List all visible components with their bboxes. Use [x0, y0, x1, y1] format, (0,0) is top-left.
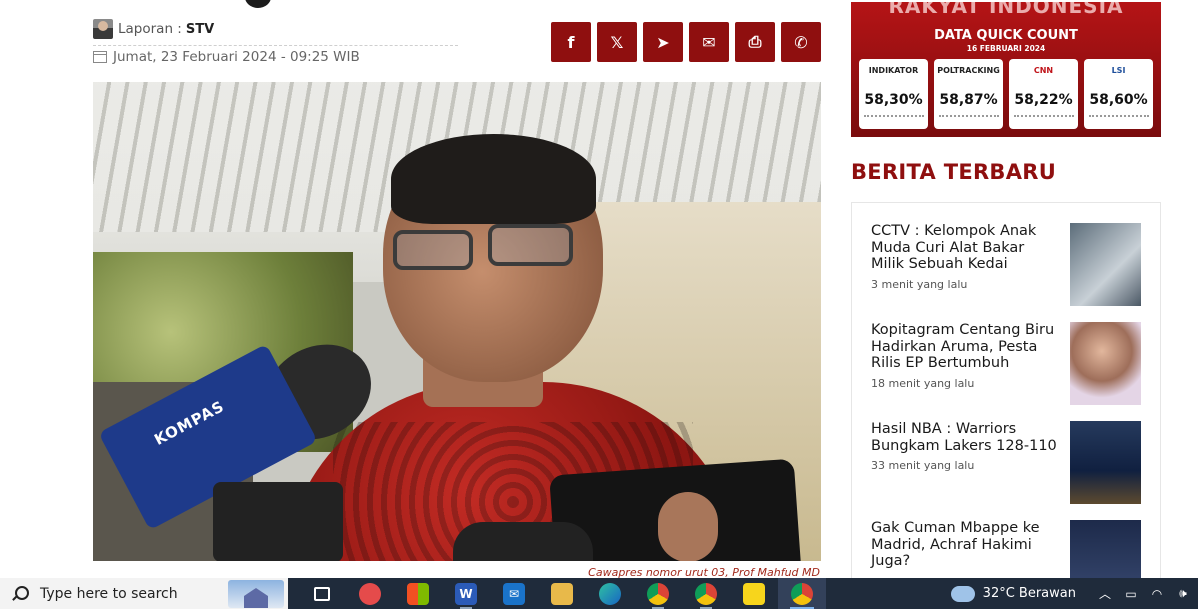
chevron-up-icon[interactable]: ︿	[1094, 585, 1116, 602]
photo-microphone-2	[213, 482, 343, 561]
photo-microphone-3	[453, 522, 593, 561]
windows-taskbar: Type here to search W ✉ 32°C Berawan ︿ ▭…	[0, 578, 1198, 609]
publish-date-row: Jumat, 23 Februari 2024 - 09:25 WIB	[93, 47, 360, 67]
ms-store-button[interactable]	[394, 578, 442, 609]
news-thumbnail[interactable]	[1070, 421, 1141, 504]
news-item[interactable]: Gak Cuman Mbappe ke Madrid, Achraf Hakim…	[871, 520, 1143, 603]
quick-count-card: INDIKATOR 58,30%	[859, 59, 928, 129]
task-view-icon	[314, 586, 330, 601]
headline-fragment	[245, 0, 271, 8]
reporter-row: Laporan : STV	[93, 19, 214, 39]
sticky-notes-button[interactable]	[730, 578, 778, 609]
telegram-icon: ➤	[656, 32, 670, 52]
print-button[interactable]: ⎙	[735, 22, 775, 62]
banner-date: 16 FEBRUARI 2024	[966, 44, 1046, 53]
news-item[interactable]: Kopitagram Centang Biru Hadirkan Aruma, …	[871, 322, 1143, 405]
photo-hair	[391, 134, 596, 224]
snipping-tool-icon	[359, 582, 381, 605]
wifi-icon[interactable]: ◠	[1146, 587, 1168, 601]
quick-count-card: CNN 58,22%	[1009, 59, 1078, 129]
pollster-logo: LSI	[1111, 66, 1126, 75]
news-title[interactable]: Kopitagram Centang Biru Hadirkan Aruma, …	[871, 322, 1059, 372]
word-icon: W	[455, 582, 477, 605]
news-title[interactable]: Gak Cuman Mbappe ke Madrid, Achraf Hakim…	[871, 520, 1059, 570]
file-explorer-button[interactable]	[538, 578, 586, 609]
taskbar-apps: W ✉	[298, 578, 826, 609]
browser-page: Laporan : STV Jumat, 23 Februari 2024 - …	[0, 0, 1198, 609]
chrome-icon	[647, 582, 669, 605]
search-highlight-image[interactable]	[228, 580, 284, 608]
divider	[93, 45, 458, 46]
chrome-icon	[695, 582, 717, 605]
card-fine-print	[864, 115, 924, 123]
quick-count-cards: INDIKATOR 58,30% POLTRACKING 58,87% CNN …	[859, 59, 1153, 129]
calendar-icon	[93, 51, 107, 63]
x-icon: 𝕏	[610, 32, 624, 52]
card-fine-print	[939, 115, 999, 123]
pollster-logo: POLTRACKING	[937, 66, 1000, 75]
quick-count-card: LSI 58,60%	[1084, 59, 1153, 129]
pollster-value: 58,22%	[1014, 92, 1073, 108]
news-item[interactable]: CCTV : Kelompok Anak Muda Curi Alat Baka…	[871, 223, 1143, 306]
pollster-logo: INDIKATOR	[868, 66, 919, 75]
email-share-button[interactable]: ✉	[689, 22, 729, 62]
edge-button[interactable]	[586, 578, 634, 609]
word-button[interactable]: W	[442, 578, 490, 609]
pollster-value: 58,60%	[1089, 92, 1148, 108]
taskbar-search-box[interactable]: Type here to search	[0, 578, 288, 609]
quick-count-card: POLTRACKING 58,87%	[934, 59, 1003, 129]
banner-title: RAKYAT INDONESIA	[888, 2, 1124, 18]
weather-icon[interactable]	[947, 583, 975, 602]
facebook-icon: f	[567, 32, 575, 52]
article-photo: KOMPAS	[93, 82, 821, 561]
latest-news-heading: BERITA TERBARU	[851, 160, 1057, 184]
news-thumbnail[interactable]	[1070, 223, 1141, 306]
pollster-logo: CNN	[1033, 66, 1054, 75]
card-fine-print	[1089, 115, 1149, 123]
photo-glasses-right	[488, 224, 573, 266]
news-title[interactable]: Hasil NBA : Warriors Bungkam Lakers 128-…	[871, 421, 1059, 454]
reporter-name[interactable]: STV	[186, 22, 214, 37]
email-icon: ✉	[702, 32, 716, 52]
print-icon: ⎙	[748, 32, 762, 51]
snipping-tool-button[interactable]	[346, 578, 394, 609]
task-view-button[interactable]	[298, 578, 346, 609]
telegram-share-button[interactable]: ➤	[643, 22, 683, 62]
edge-icon	[599, 582, 621, 605]
system-tray: 32°C Berawan ︿ ▭ ◠ 🕪	[947, 578, 1198, 609]
news-item[interactable]: Hasil NBA : Warriors Bungkam Lakers 128-…	[871, 421, 1143, 504]
publish-date: Jumat, 23 Februari 2024 - 09:25 WIB	[113, 49, 360, 65]
folder-icon	[551, 582, 573, 605]
news-thumbnail[interactable]	[1070, 322, 1141, 405]
whatsapp-share-button[interactable]: ✆	[781, 22, 821, 62]
facebook-share-button[interactable]: f	[551, 22, 591, 62]
sticky-notes-icon	[743, 582, 765, 605]
chrome-icon	[791, 582, 813, 605]
quick-count-banner[interactable]: RAKYAT INDONESIA DATA QUICK COUNT 16 FEB…	[851, 2, 1161, 137]
photo-hand	[658, 492, 718, 561]
x-share-button[interactable]: 𝕏	[597, 22, 637, 62]
pollster-value: 58,30%	[864, 92, 923, 108]
chrome-button[interactable]	[634, 578, 682, 609]
latest-news-list: CCTV : Kelompok Anak Muda Curi Alat Baka…	[851, 202, 1161, 603]
weather-text[interactable]: 32°C Berawan	[983, 586, 1076, 601]
reporter-label: Laporan :	[118, 21, 182, 37]
volume-icon[interactable]: 🕪	[1172, 586, 1194, 601]
search-placeholder: Type here to search	[40, 585, 178, 602]
share-buttons: f 𝕏 ➤ ✉ ⎙ ✆	[551, 22, 821, 62]
card-fine-print	[1014, 115, 1074, 123]
mail-icon: ✉	[503, 582, 525, 605]
whatsapp-icon: ✆	[794, 32, 808, 52]
search-icon	[10, 585, 29, 603]
battery-icon[interactable]: ▭	[1120, 587, 1142, 601]
reporter-avatar	[93, 19, 113, 39]
pollster-value: 58,87%	[939, 92, 998, 108]
chrome-button-2[interactable]	[682, 578, 730, 609]
banner-subtitle: DATA QUICK COUNT	[934, 28, 1078, 43]
chrome-button-3[interactable]	[778, 578, 826, 609]
store-icon	[407, 582, 429, 605]
news-title[interactable]: CCTV : Kelompok Anak Muda Curi Alat Baka…	[871, 223, 1059, 273]
photo-glasses-left	[393, 230, 473, 270]
mail-button[interactable]: ✉	[490, 578, 538, 609]
